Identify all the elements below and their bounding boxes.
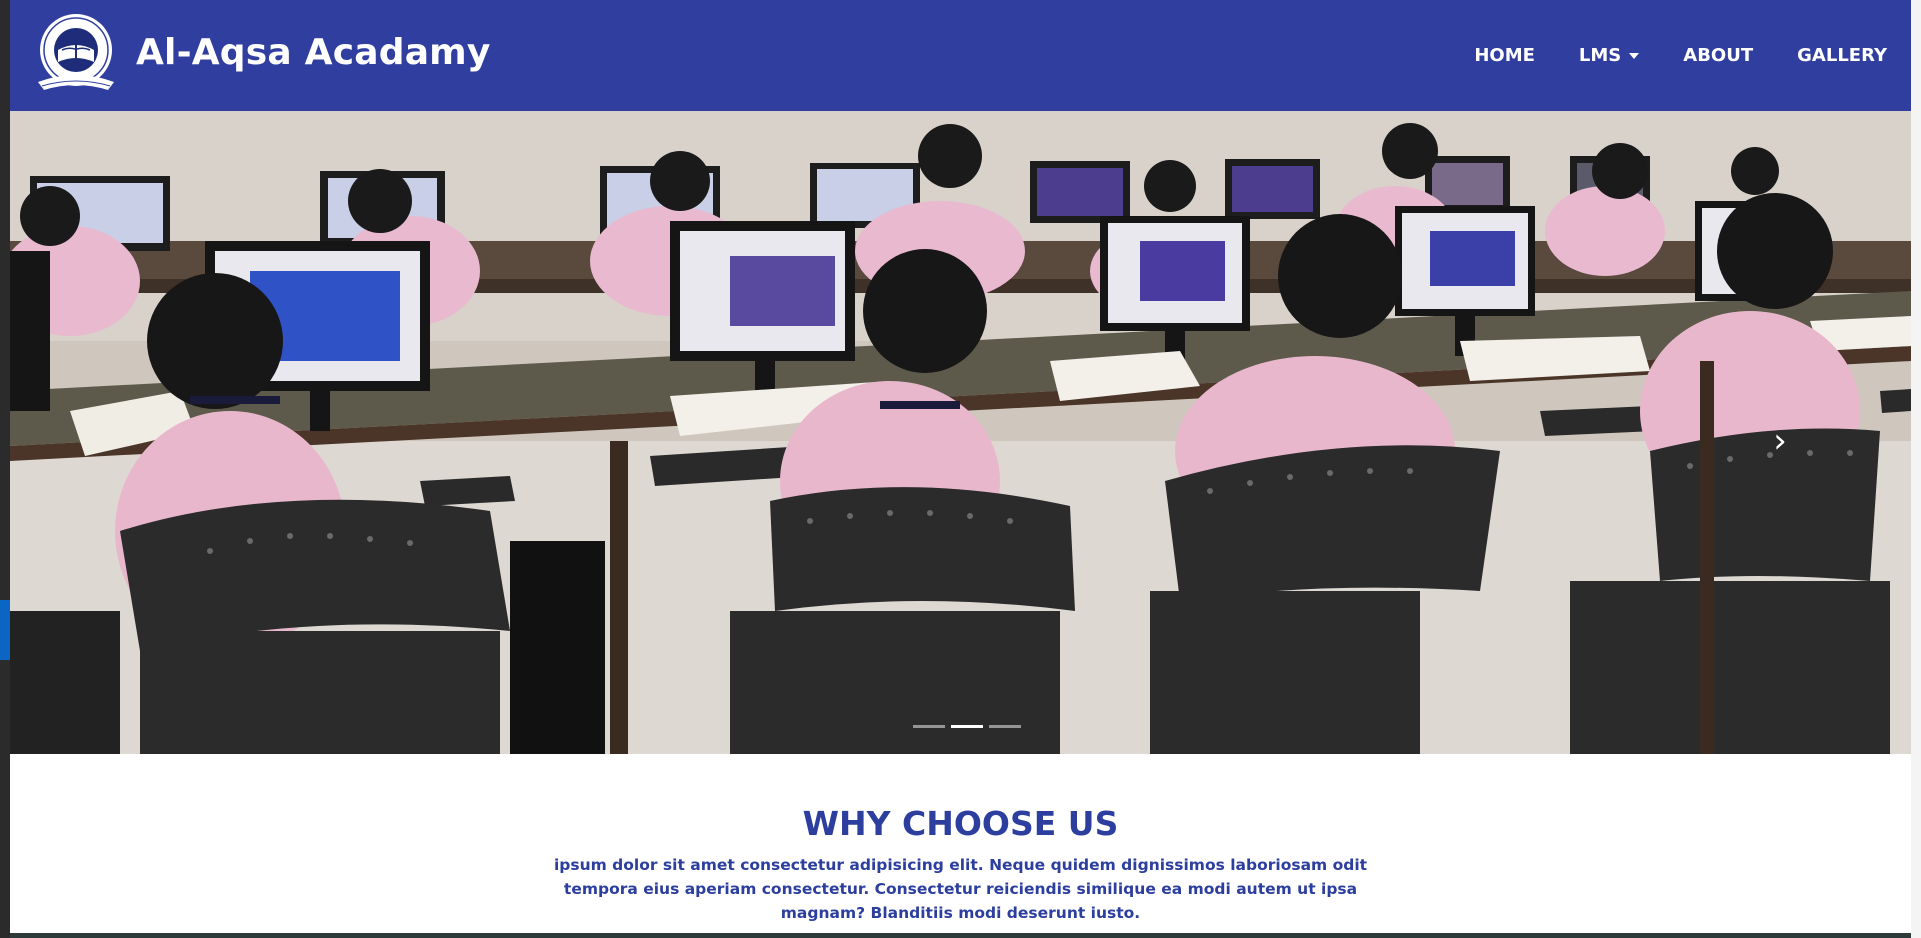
nav-gallery[interactable]: GALLERY [1797,45,1887,66]
brand[interactable]: Al-Aqsa Acadamy [28,10,491,94]
window-scrollbar[interactable] [1911,0,1921,938]
carousel-indicators [910,725,1024,728]
chevron-right-icon: › [1773,421,1787,461]
carousel-indicator-2[interactable] [951,725,983,728]
brand-name[interactable]: Al-Aqsa Acadamy [136,32,491,73]
nav-about[interactable]: ABOUT [1683,45,1753,66]
why-choose-us-section: WHY CHOOSE US ipsum dolor sit amet conse… [10,754,1911,938]
nav-home[interactable]: HOME [1474,45,1535,66]
carousel-next-button[interactable]: › [1755,411,1805,471]
nav-home-label: HOME [1474,45,1535,66]
window-left-edge [0,0,10,938]
carousel-indicator-3[interactable] [989,725,1021,728]
page-bottom-edge [10,933,1911,938]
nav-lms-label: LMS [1578,45,1622,66]
nav-about-label: ABOUT [1683,45,1754,66]
hero-carousel: › [10,111,1911,754]
nav-gallery-label: GALLERY [1797,45,1887,66]
taskbar-indicator [0,600,10,660]
navbar: Al-Aqsa Acadamy HOME LMS ABOUT GALLERY [10,0,1911,111]
caret-down-icon [1629,52,1640,59]
main-nav: HOME LMS ABOUT GALLERY [1474,0,1911,111]
nav-lms[interactable]: LMS [1578,45,1640,66]
computer-lab-students-photo [10,111,1911,754]
book-globe-logo [28,10,124,94]
page: Al-Aqsa Acadamy HOME LMS ABOUT GALLERY ›… [10,0,1911,938]
section-title: WHY CHOOSE US [802,804,1119,843]
section-description: ipsum dolor sit amet consectetur adipisi… [553,856,1368,922]
carousel-indicator-1[interactable] [913,725,945,728]
